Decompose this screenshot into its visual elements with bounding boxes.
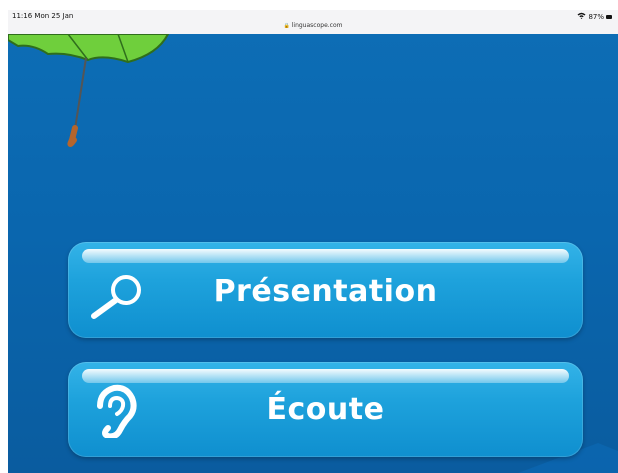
lock-icon: 🔒 [283,23,290,29]
presentation-label: Présentation [213,274,438,309]
ecoute-label: Écoute [266,392,385,427]
battery-icon [606,14,612,19]
wifi-icon [577,12,586,21]
status-time: 11:16 Mon 25 Jan [12,12,74,20]
url-text: linguascope.com [291,22,343,29]
battery-percent: 87% [588,12,604,21]
button-gloss [82,369,569,383]
button-gloss [82,249,569,263]
umbrella-icon [8,34,170,147]
status-indicators: 87% [577,12,612,21]
status-bar: 11:16 Mon 25 Jan 🔒 linguascope.com 87% [8,10,618,34]
presentation-button[interactable]: Présentation [68,242,583,338]
address-bar[interactable]: 🔒 linguascope.com [8,22,618,29]
ecoute-button[interactable]: Écoute [68,362,583,457]
app-content: Présentation Écoute [8,34,618,473]
